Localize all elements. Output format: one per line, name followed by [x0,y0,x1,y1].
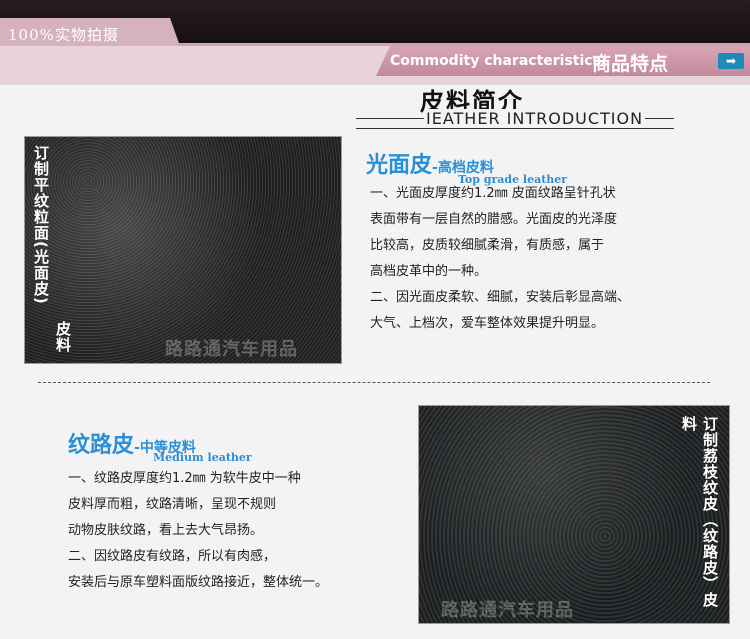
watermark: 路路通汽车用品 [441,600,574,621]
arrow-right-icon: ➡ [718,53,744,69]
smooth-title-main: 光面皮 [366,153,433,178]
intro-rule-bottom [356,128,674,129]
dashed-divider [38,382,710,383]
real-photo-label: 100%实物拍摄 [8,26,119,44]
paragraph-line: 比较高，皮质较细腻柔滑，有质感，属于 [370,238,605,253]
characteristics-tab: Commodity characteristics/ 商品特点 ➡ [376,46,750,76]
smooth-leather-swatch: 订制平纹粒面(光面皮) 皮料 路路通汽车用品 [24,136,342,364]
paragraph-line: 一、光面皮厚度约1.2㎜ 皮面纹路呈针孔状 [370,186,616,201]
real-photo-tab: 100%实物拍摄 [0,18,180,46]
characteristics-en: Commodity characteristics/ [390,53,607,69]
paragraph-line: 一、纹路皮厚度约1.2㎜ 为软牛皮中一种 [68,471,301,486]
paragraph-line: 皮料厚而粗，纹路清晰，呈现不规则 [68,497,277,512]
smooth-swatch-label-suffix: 皮料 [54,321,72,353]
textured-description: 一、纹路皮厚度约1.2㎜ 为软牛皮中一种 皮料厚而粗，纹路清晰，呈现不规则 动物… [68,466,328,596]
smooth-description: 一、光面皮厚度约1.2㎜ 皮面纹路呈针孔状 表面带有一层自然的腊感。光面皮的光泽… [370,181,630,337]
smooth-title: 光面皮-高档皮料 Top grade leather [366,147,567,186]
paragraph-line: 二、因纹路皮有纹路，所以有肉感， [68,549,277,564]
characteristics-cn: 商品特点 [592,53,669,75]
watermark: 路路通汽车用品 [165,339,298,360]
textured-swatch-label: 订制荔枝纹皮（纹路皮）皮料 [680,416,719,608]
textured-leather-swatch: 订制荔枝纹皮（纹路皮）皮料 路路通汽车用品 [418,405,730,624]
paragraph-line: 大气、上档次，爱车整体效果提升明显。 [370,316,605,331]
textured-title-en: Medium leather [153,451,252,464]
paragraph-line: 二、因光面皮柔软、细腻，安装后彰显高端、 [370,290,631,305]
paragraph-line: 高档皮革中的一种。 [370,264,488,279]
paragraph-line: 安装后与原车塑料面版纹路接近，整体统一。 [68,575,329,590]
smooth-swatch-label: 订制平纹粒面(光面皮) [32,145,50,305]
intro-subtitle: IEATHER INTRODUCTION [424,109,646,128]
textured-title: 纹路皮-中等皮料 Medium leather [68,427,252,464]
divider [0,83,750,85]
paragraph-line: 动物皮肤纹路，看上去大气昂扬。 [68,523,264,538]
paragraph-line: 表面带有一层自然的腊感。光面皮的光泽度 [370,212,618,227]
textured-title-main: 纹路皮 [68,433,135,458]
